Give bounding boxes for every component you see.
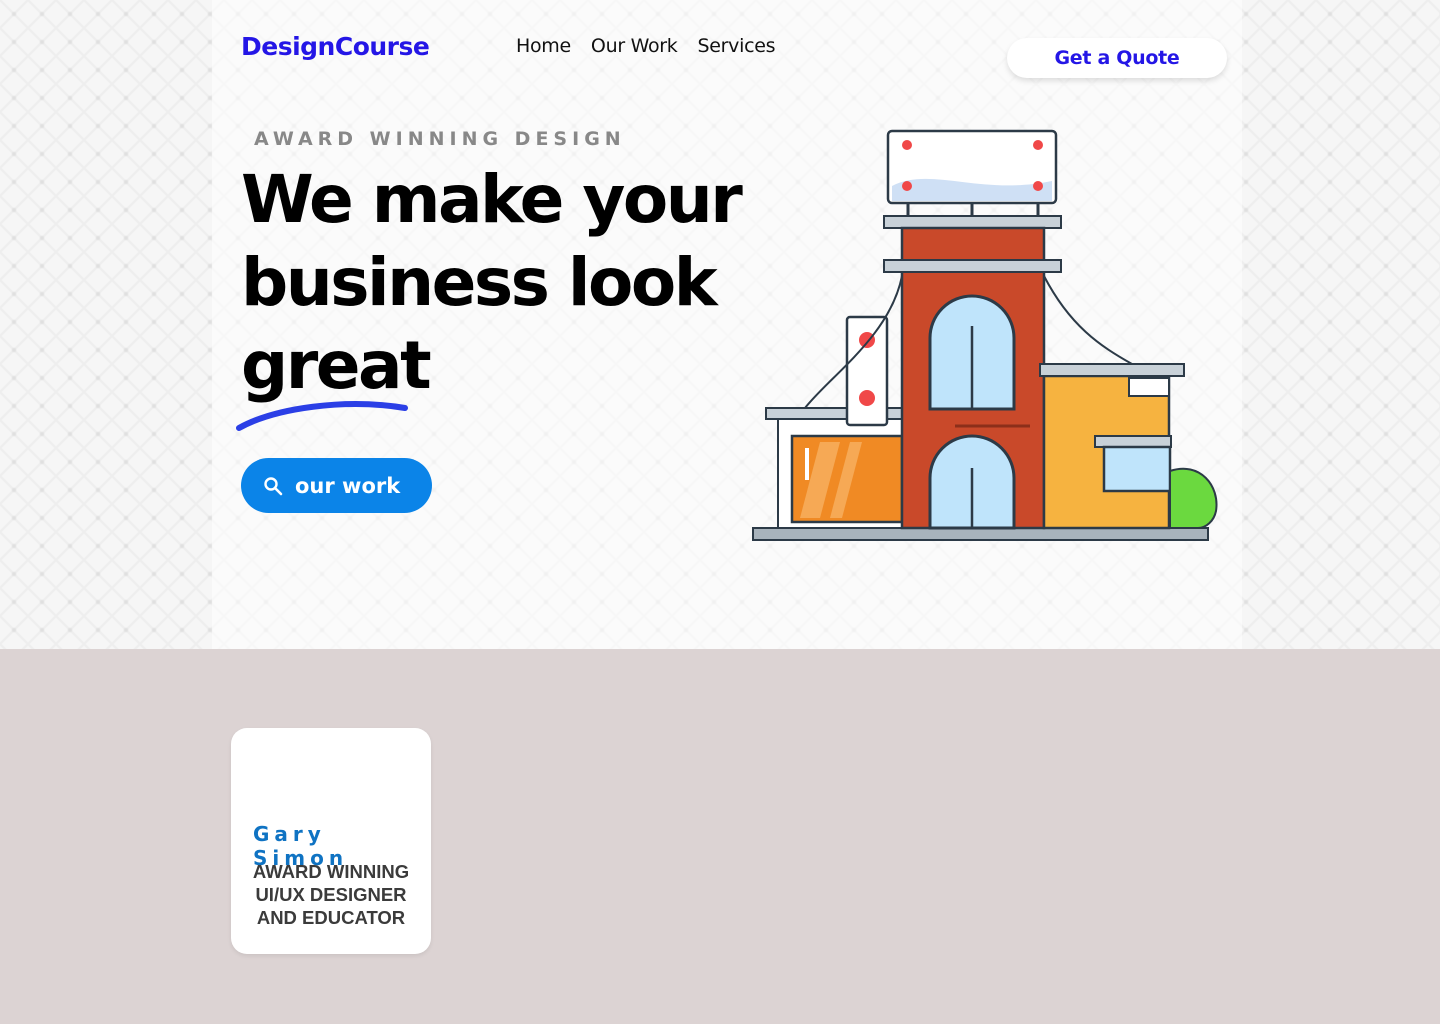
nav-our-work[interactable]: Our Work	[591, 35, 678, 57]
nav-home[interactable]: Home	[516, 35, 571, 57]
our-work-label: our work	[295, 473, 401, 498]
get-a-quote-button[interactable]: Get a Quote	[1007, 38, 1227, 78]
logo[interactable]: DesignCourse	[241, 32, 430, 61]
profile-role-line-1: AWARD WINNING	[252, 861, 410, 882]
profile-card: Gary Simon AWARD WINNING UI/UX DESIGNER …	[231, 728, 431, 954]
headline-underline	[236, 401, 408, 431]
storefront-building-illustration	[752, 129, 1218, 541]
profile-role-line-3: AND EDUCATOR	[256, 907, 406, 928]
hero-eyebrow: AWARD WINNING DESIGN	[254, 128, 626, 150]
hero-headline: We make your business look great	[241, 158, 801, 407]
nav-services[interactable]: Services	[697, 35, 775, 57]
profile-role: AWARD WINNING UI/UX DESIGNER AND EDUCATO…	[231, 860, 431, 929]
headline-line-3: great	[241, 327, 432, 404]
profile-role-line-2: UI/UX DESIGNER	[255, 884, 407, 905]
search-icon	[264, 476, 283, 495]
main-nav: Home Our Work Services	[516, 35, 776, 57]
headline-line-2: business look	[241, 244, 718, 321]
our-work-button[interactable]: our work	[241, 458, 432, 513]
headline-line-1: We make your	[241, 161, 743, 238]
